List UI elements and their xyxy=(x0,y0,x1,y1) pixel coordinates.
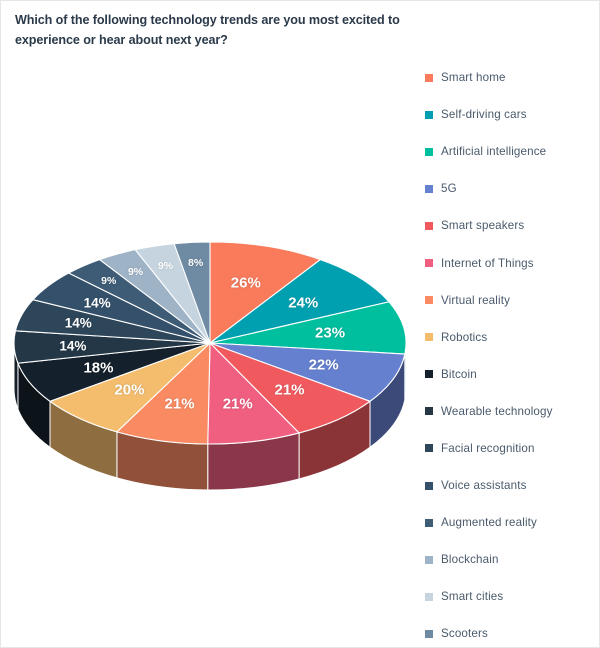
legend-item[interactable]: Scooters xyxy=(425,615,597,647)
legend-item-label: Facial recognition xyxy=(441,441,535,455)
legend-swatch-icon xyxy=(425,296,433,305)
legend-item[interactable]: Robotics xyxy=(425,319,597,356)
legend-item-label: Voice assistants xyxy=(441,479,527,493)
legend-item-label: 5G xyxy=(441,182,457,196)
legend-item-label: Smart cities xyxy=(441,590,504,604)
legend-swatch-icon xyxy=(425,555,433,564)
legend-item-label: Virtual reality xyxy=(441,293,511,307)
legend-swatch-icon xyxy=(425,592,433,601)
legend-item[interactable]: Facial recognition xyxy=(425,430,597,467)
legend-swatch-icon xyxy=(425,481,433,490)
legend-item-label: Internet of Things xyxy=(441,256,534,270)
legend-item[interactable]: Self-driving cars xyxy=(425,96,597,133)
legend-item[interactable]: Wearable technology xyxy=(425,393,597,430)
legend-item-label: Scooters xyxy=(441,627,488,641)
legend-item[interactable]: Blockchain xyxy=(425,541,597,578)
legend-item-label: Blockchain xyxy=(441,553,499,567)
legend-swatch-icon xyxy=(425,110,433,119)
legend-swatch-icon xyxy=(425,221,433,230)
legend-item[interactable]: Smart home xyxy=(425,59,597,96)
legend-swatch-icon xyxy=(425,333,433,342)
legend-swatch-icon xyxy=(425,407,433,416)
legend-item[interactable]: Bitcoin xyxy=(425,356,597,393)
legend-swatch-icon xyxy=(425,629,433,638)
legend-swatch-icon xyxy=(425,184,433,193)
legend-item-label: Self-driving cars xyxy=(441,108,527,122)
legend-item[interactable]: Artificial intelligence xyxy=(425,133,597,170)
legend-item-label: Bitcoin xyxy=(441,367,477,381)
legend-swatch-icon xyxy=(425,259,433,268)
chart-legend: Smart home Self-driving cars Artificial in… xyxy=(425,59,597,647)
pie-top-faces xyxy=(13,241,407,445)
pie-chart-svg xyxy=(13,241,407,491)
legend-swatch-icon xyxy=(425,73,433,82)
legend-item-label: Wearable technology xyxy=(441,404,553,418)
legend-swatch-icon xyxy=(425,370,433,379)
legend-item[interactable]: Voice assistants xyxy=(425,467,597,504)
chart-page: Which of the following technology trends… xyxy=(0,0,600,648)
legend-item[interactable]: Internet of Things xyxy=(425,244,597,281)
legend-item[interactable]: Virtual reality xyxy=(425,282,597,319)
legend-swatch-icon xyxy=(425,147,433,156)
legend-item[interactable]: Smart speakers xyxy=(425,207,597,244)
legend-item-label: Smart speakers xyxy=(441,219,525,233)
legend-item[interactable]: Smart cities xyxy=(425,578,597,615)
legend-item[interactable]: 5G xyxy=(425,170,597,207)
legend-swatch-icon xyxy=(425,518,433,527)
legend-swatch-icon xyxy=(425,444,433,453)
legend-item-label: Artificial intelligence xyxy=(441,145,547,159)
legend-item[interactable]: Augmented reality xyxy=(425,504,597,541)
page-title: Which of the following technology trends… xyxy=(15,13,400,47)
legend-item-label: Smart home xyxy=(441,71,506,85)
pie-chart: 26% 24% 23% 22% 21% 21% 21% 20% 18% 14% 14% 14% 9% 9%… xyxy=(1,223,419,491)
legend-item-label: Augmented reality xyxy=(441,516,537,530)
legend-item-label: Robotics xyxy=(441,330,488,344)
